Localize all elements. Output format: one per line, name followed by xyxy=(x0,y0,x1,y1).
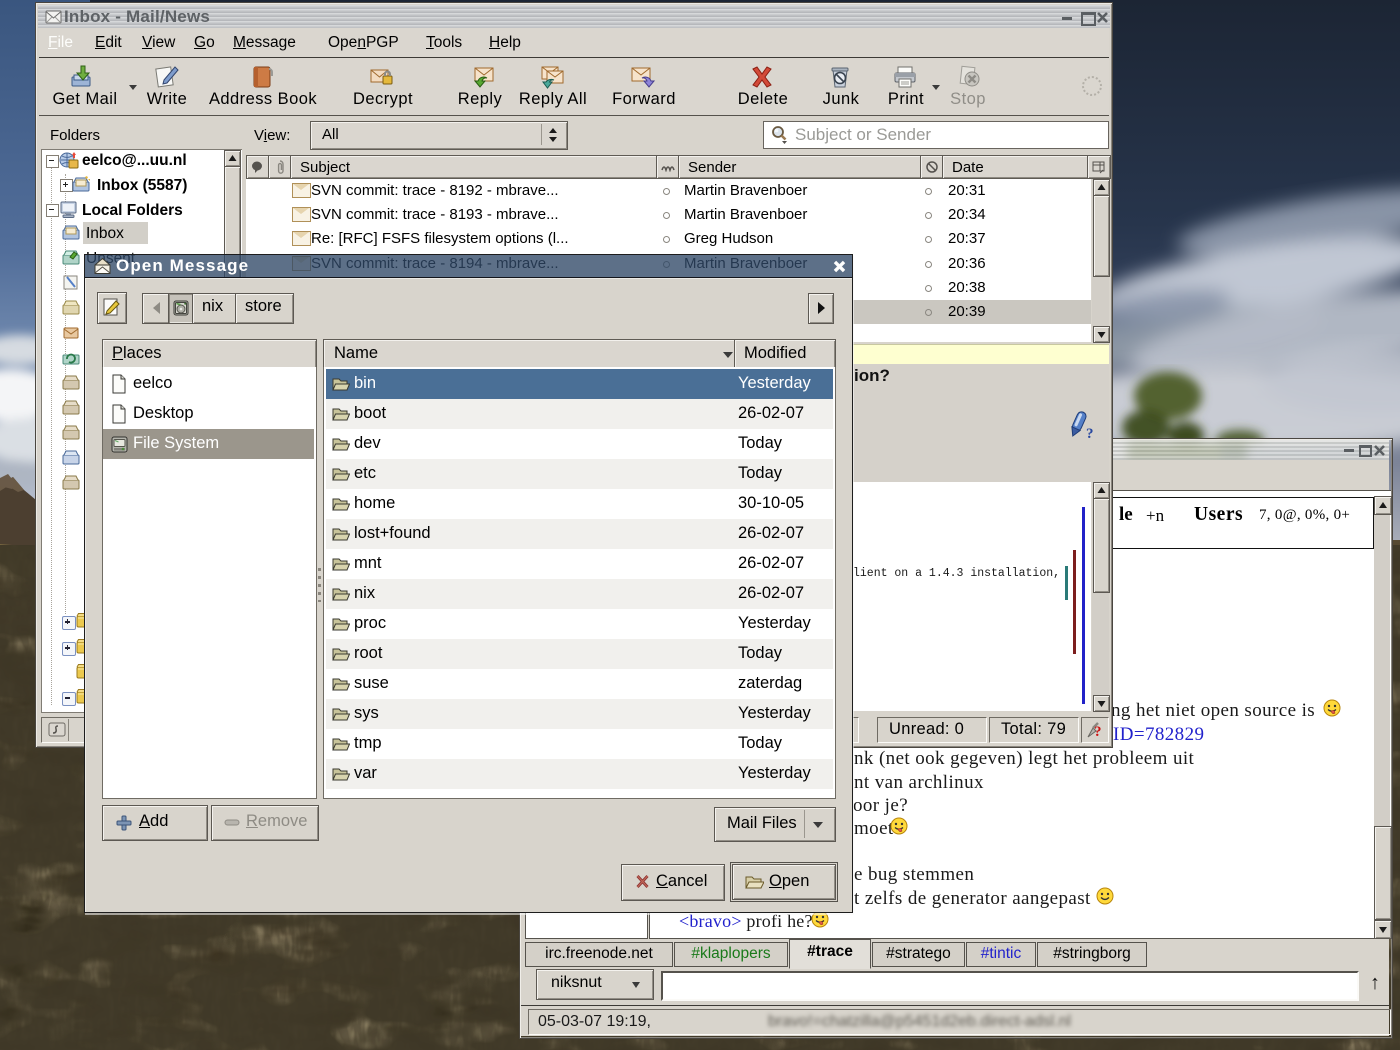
svg-text:?: ? xyxy=(1094,724,1102,740)
svg-text:?: ? xyxy=(1086,426,1094,441)
